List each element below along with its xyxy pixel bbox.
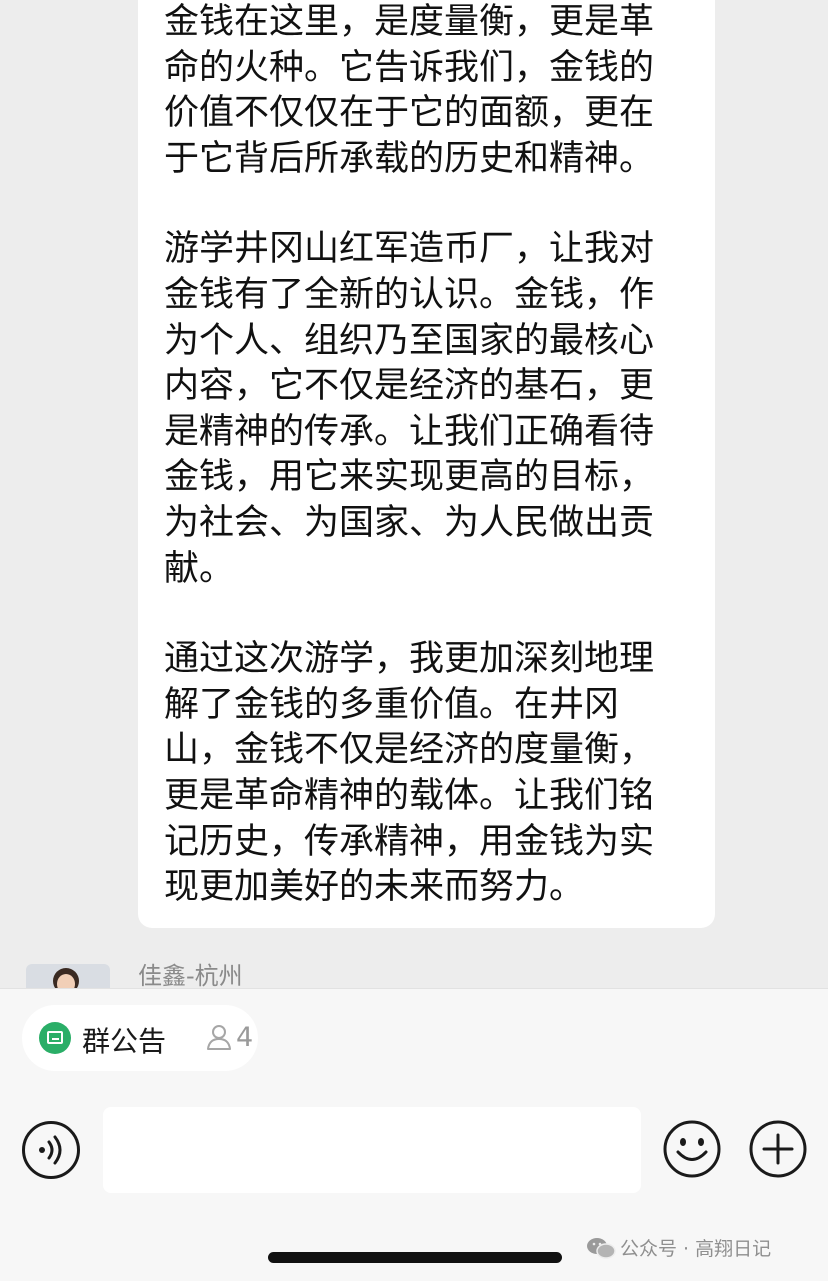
- announcement-label: 群公告: [82, 1025, 167, 1058]
- message-line: 献。: [164, 548, 235, 589]
- message-bubble[interactable]: 金钱在这里，是度量衡，更是革 命的火种。它告诉我们，金钱的 价值不仅仅在于它的面…: [138, 0, 715, 928]
- message-line: 金钱有了全新的认识。金钱，作: [164, 274, 655, 315]
- plus-icon: [749, 1120, 807, 1178]
- message-line: 记历史，传承精神，用金钱为实: [164, 821, 655, 862]
- message-line: 价值不仅仅在于它的面额，更在: [164, 93, 655, 134]
- announcement-icon: [39, 1022, 71, 1054]
- message-line: 内容，它不仅是经济的基石，更: [164, 366, 655, 407]
- message-paragraph: 通过这次游学，我更加深刻地理 解了金钱的多重价值。在井冈 山，金钱不仅是经济的度…: [164, 637, 694, 911]
- message-line: 金钱在这里，是度量衡，更是革: [164, 2, 655, 42]
- message-line: 命的火种。它告诉我们，金钱的: [164, 47, 655, 88]
- message-line: 游学井冈山红军造币厂，让我对: [164, 229, 655, 270]
- wechat-icon: [587, 1238, 616, 1259]
- person-icon: [207, 1025, 231, 1050]
- message-line: 是精神的传承。让我们正确看待: [164, 411, 655, 452]
- message-line: 山，金钱不仅是经济的度量衡，: [164, 730, 655, 771]
- message-line: 为个人、组织乃至国家的最核心: [164, 320, 655, 361]
- sender-name: 佳鑫-杭州: [138, 962, 243, 990]
- message-paragraph: 金钱在这里，是度量衡，更是革 命的火种。它告诉我们，金钱的 价值不仅仅在于它的面…: [164, 0, 694, 182]
- message-paragraph: 游学井冈山红军造币厂，让我对 金钱有了全新的认识。金钱，作 为个人、组织乃至国家…: [164, 227, 694, 592]
- sender-avatar[interactable]: [26, 964, 110, 990]
- message-line: 金钱，用它来实现更高的目标，: [164, 457, 655, 498]
- message-line: 于它背后所承载的历史和精神。: [164, 138, 655, 179]
- watermark-text: 公众号 · 高翔日记: [620, 1238, 772, 1260]
- message-line: 解了金钱的多重价值。在井冈: [164, 684, 620, 725]
- message-line: 为社会、为国家、为人民做出贡: [164, 502, 655, 543]
- voice-button[interactable]: [22, 1121, 80, 1179]
- home-indicator[interactable]: [268, 1252, 562, 1263]
- message-input[interactable]: [103, 1107, 641, 1193]
- message-line: 通过这次游学，我更加深刻地理: [164, 639, 655, 680]
- emoji-button[interactable]: [662, 1119, 722, 1179]
- more-options-button[interactable]: [748, 1119, 808, 1179]
- group-announcement-chip[interactable]: 群公告 4: [22, 1005, 258, 1071]
- member-count: 4: [236, 1022, 254, 1053]
- message-line: 更是革命精神的载体。让我们铭: [164, 775, 655, 816]
- message-line: 现更加美好的未来而努力。: [164, 867, 585, 908]
- next-message-header: 佳鑫-杭州: [0, 950, 828, 990]
- emoji-icon: [663, 1120, 721, 1178]
- voice-icon: [39, 1135, 62, 1165]
